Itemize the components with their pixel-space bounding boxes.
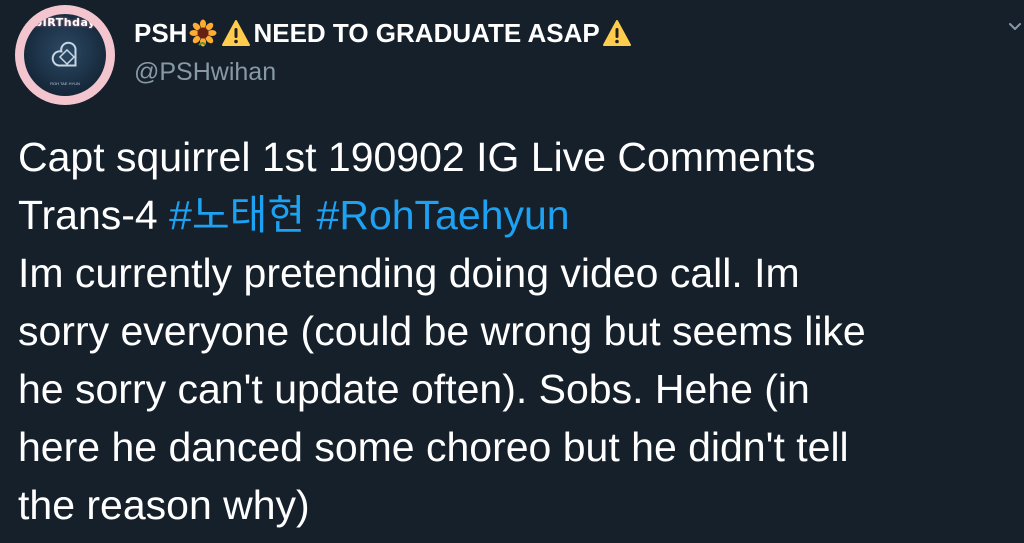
display-name[interactable]: PSH NEED TO GRADUATE ASAP [134,10,634,54]
avatar-image: bIRThday ROH TAE HYUN [24,14,106,96]
user-handle[interactable]: @PSHwihan [134,54,634,90]
tweet-text: Capt squirrel 1st 190902 IG Live Comment… [18,128,1018,534]
tweet-line: here he danced some choreo but he didn't… [18,424,849,470]
avatar-caption: ROH TAE HYUN [50,81,80,86]
tweet-line-text: Trans-4 [18,192,158,238]
avatar[interactable]: bIRThday ROH TAE HYUN [15,5,115,105]
tweet-line: Im currently pretending doing video call… [18,250,800,296]
chevron-down-icon[interactable] [1008,20,1022,34]
display-name-suffix: NEED TO GRADUATE ASAP [253,18,600,49]
tweet-line: sorry everyone (could be wrong but seems… [18,308,866,354]
hashtag-link[interactable]: #노태현 [169,192,305,238]
tweet-line: Trans-4 #노태현 #RohTaehyun [18,186,1018,244]
tweet-line: the reason why) [18,482,310,528]
tweet: bIRThday ROH TAE HYUN PSH NEED TO GRADUA… [0,0,1024,543]
warning-icon [602,20,631,47]
tweet-line: Capt squirrel 1st 190902 IG Live Comment… [18,134,816,180]
tweet-header: PSH NEED TO GRADUATE ASAP @PSHwihan [134,10,634,90]
avatar-label: bIRThday [34,16,96,29]
display-name-text: PSH [134,18,188,49]
sunflower-icon [189,19,217,47]
hashtag-link[interactable]: #RohTaehyun [317,192,570,238]
warning-icon [222,20,251,47]
heart-outline-icon [51,41,77,67]
tweet-line: he sorry can't update often). Sobs. Hehe… [18,366,810,412]
